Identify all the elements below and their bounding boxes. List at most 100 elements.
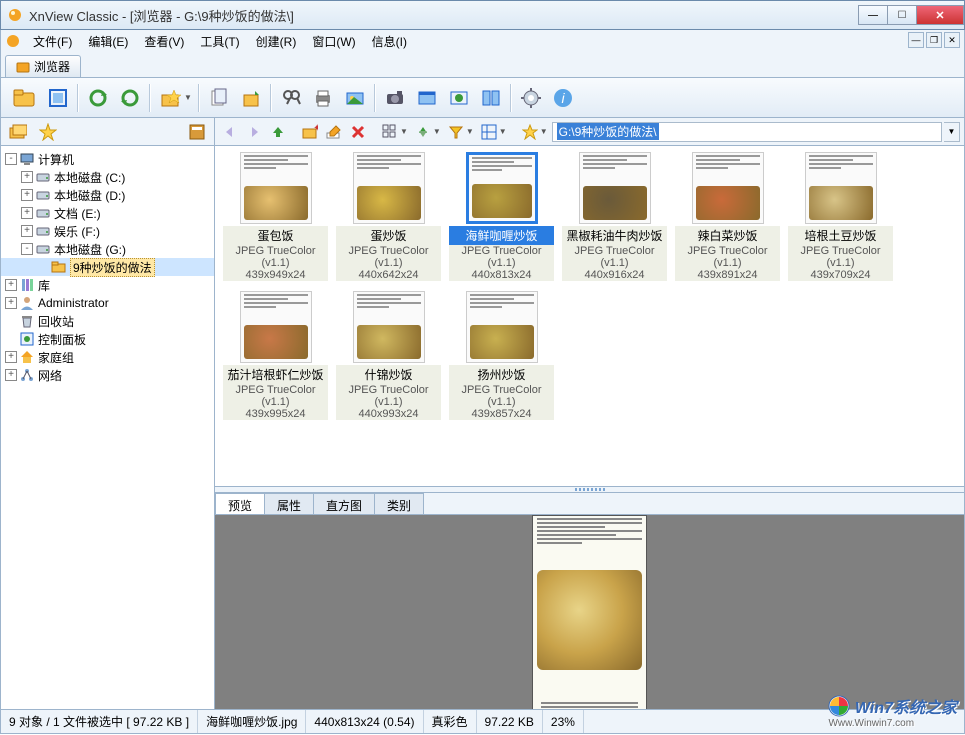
- capture-button[interactable]: [380, 83, 410, 113]
- tree-expander[interactable]: -: [5, 153, 17, 165]
- menu-编辑(E)[interactable]: 编辑(E): [80, 33, 136, 51]
- tree-expander[interactable]: +: [5, 351, 17, 363]
- stop-button[interactable]: [115, 83, 145, 113]
- layout-button[interactable]: [478, 121, 500, 143]
- preview-body[interactable]: [215, 515, 964, 709]
- thumbnail-item[interactable]: 培根土豆炒饭JPEG TrueColor (v1.1)439x709x24: [788, 152, 893, 281]
- star-filter-button[interactable]: [519, 121, 541, 143]
- preview-tab-1[interactable]: 属性: [264, 493, 314, 514]
- sort-button[interactable]: [412, 121, 434, 143]
- preview-tab-3[interactable]: 类别: [374, 493, 424, 514]
- paste-button[interactable]: [236, 83, 266, 113]
- tree-expander[interactable]: +: [21, 189, 33, 201]
- thumbnail-image: [579, 152, 651, 224]
- tree-item[interactable]: 控制面板: [1, 330, 214, 348]
- info-button[interactable]: i: [548, 83, 578, 113]
- print-button[interactable]: [308, 83, 338, 113]
- layout-dropdown[interactable]: ▼: [499, 127, 507, 136]
- settings-button[interactable]: [516, 83, 546, 113]
- view-mode-dropdown[interactable]: ▼: [400, 127, 408, 136]
- nav-forward-button[interactable]: [243, 121, 265, 143]
- tree-item[interactable]: +本地磁盘 (C:): [1, 168, 214, 186]
- tree-expander[interactable]: +: [21, 225, 33, 237]
- thumbnail-item[interactable]: 海鲜咖喱炒饭JPEG TrueColor (v1.1)440x813x24: [449, 152, 554, 281]
- mdi-minimize-button[interactable]: —: [908, 32, 924, 48]
- refresh-button[interactable]: [83, 83, 113, 113]
- search-button[interactable]: [276, 83, 306, 113]
- thumbnail-name: 辣白菜炒饭: [675, 226, 780, 245]
- menu-工具(T)[interactable]: 工具(T): [192, 33, 247, 51]
- menu-创建(R)[interactable]: 创建(R): [248, 33, 305, 51]
- rename-button[interactable]: [323, 121, 345, 143]
- drive-icon: [35, 169, 51, 185]
- mdi-restore-button[interactable]: ❐: [926, 32, 942, 48]
- tree-expander[interactable]: +: [5, 369, 17, 381]
- window-close-button[interactable]: [916, 5, 964, 25]
- filter-dropdown[interactable]: ▼: [466, 127, 474, 136]
- favorite-star-icon[interactable]: [37, 121, 59, 143]
- nav-back-button[interactable]: [219, 121, 241, 143]
- favorites-dropdown[interactable]: ▼: [184, 93, 192, 102]
- tree-item[interactable]: -本地磁盘 (G:): [1, 240, 214, 258]
- window-maximize-button[interactable]: [887, 5, 917, 25]
- menu-窗口(W)[interactable]: 窗口(W): [304, 33, 363, 51]
- tree-expander[interactable]: [5, 333, 17, 345]
- thumbnail-item[interactable]: 扬州炒饭JPEG TrueColor (v1.1)439x857x24: [449, 291, 554, 420]
- tree-item[interactable]: +网络: [1, 366, 214, 384]
- view-mode-button[interactable]: [379, 121, 401, 143]
- menu-信息(I)[interactable]: 信息(I): [364, 33, 415, 51]
- thumbnail-image: [240, 291, 312, 363]
- thumbnail-item[interactable]: 蛋包饭JPEG TrueColor (v1.1)439x949x24: [223, 152, 328, 281]
- tree-expander[interactable]: [5, 315, 17, 327]
- tree-item[interactable]: 回收站: [1, 312, 214, 330]
- menu-文件(F)[interactable]: 文件(F): [25, 33, 80, 51]
- categories-icon[interactable]: [186, 121, 208, 143]
- tree-expander[interactable]: +: [5, 297, 17, 309]
- web-button[interactable]: [444, 83, 474, 113]
- new-folder-button[interactable]: ✦: [299, 121, 321, 143]
- address-bar[interactable]: G:\9种炒饭的做法\: [552, 122, 942, 142]
- compare-button[interactable]: [476, 83, 506, 113]
- menu-查看(V)[interactable]: 查看(V): [136, 33, 192, 51]
- tree-item[interactable]: +本地磁盘 (D:): [1, 186, 214, 204]
- slideshow-button[interactable]: [340, 83, 370, 113]
- tree-item[interactable]: 9种炒饭的做法: [1, 258, 214, 276]
- thumbnail-item[interactable]: 什锦炒饭JPEG TrueColor (v1.1)440x993x24: [336, 291, 441, 420]
- thumbnail-item[interactable]: 辣白菜炒饭JPEG TrueColor (v1.1)439x891x24: [675, 152, 780, 281]
- fullscreen-button[interactable]: [43, 83, 73, 113]
- star-filter-dropdown[interactable]: ▼: [540, 127, 548, 136]
- delete-button[interactable]: [347, 121, 369, 143]
- address-dropdown[interactable]: ▼: [944, 122, 960, 142]
- tree-expander[interactable]: -: [21, 243, 33, 255]
- thumbnail-pane[interactable]: 蛋包饭JPEG TrueColor (v1.1)439x949x24蛋炒饭JPE…: [215, 146, 964, 487]
- copy-button[interactable]: [204, 83, 234, 113]
- tree-item[interactable]: +Administrator: [1, 294, 214, 312]
- tree-item[interactable]: +家庭组: [1, 348, 214, 366]
- preview-tab-0[interactable]: 预览: [215, 493, 265, 514]
- tab-browser[interactable]: 浏览器: [5, 55, 81, 77]
- sort-dropdown[interactable]: ▼: [433, 127, 441, 136]
- thumbnail-item[interactable]: 黑椒耗油牛肉炒饭JPEG TrueColor (v1.1)440x916x24: [562, 152, 667, 281]
- tree-label: 库: [38, 277, 50, 294]
- thumbnail-item[interactable]: 蛋炒饭JPEG TrueColor (v1.1)440x642x24: [336, 152, 441, 281]
- tree-expander[interactable]: +: [21, 171, 33, 183]
- filter-button[interactable]: [445, 121, 467, 143]
- window-minimize-button[interactable]: [858, 5, 888, 25]
- tree-item[interactable]: +库: [1, 276, 214, 294]
- tree-item[interactable]: +文档 (E:): [1, 204, 214, 222]
- favorites-button[interactable]: [155, 83, 185, 113]
- tree-item[interactable]: -计算机: [1, 150, 214, 168]
- preview-tab-2[interactable]: 直方图: [313, 493, 375, 514]
- nav-up-button[interactable]: [267, 121, 289, 143]
- horizontal-splitter[interactable]: [215, 487, 964, 493]
- thumbnail-item[interactable]: 茄汁培根虾仁炒饭JPEG TrueColor (v1.1)439x995x24: [223, 291, 328, 420]
- scan-button[interactable]: [412, 83, 442, 113]
- tree-expander[interactable]: +: [21, 207, 33, 219]
- open-button[interactable]: [7, 81, 41, 115]
- tree-item[interactable]: +娱乐 (F:): [1, 222, 214, 240]
- mdi-close-button[interactable]: ✕: [944, 32, 960, 48]
- tree-folder-icon[interactable]: [7, 121, 29, 143]
- tree-expander[interactable]: +: [5, 279, 17, 291]
- tree-expander[interactable]: [37, 261, 49, 273]
- folder-tree[interactable]: -计算机+本地磁盘 (C:)+本地磁盘 (D:)+文档 (E:)+娱乐 (F:)…: [1, 146, 215, 709]
